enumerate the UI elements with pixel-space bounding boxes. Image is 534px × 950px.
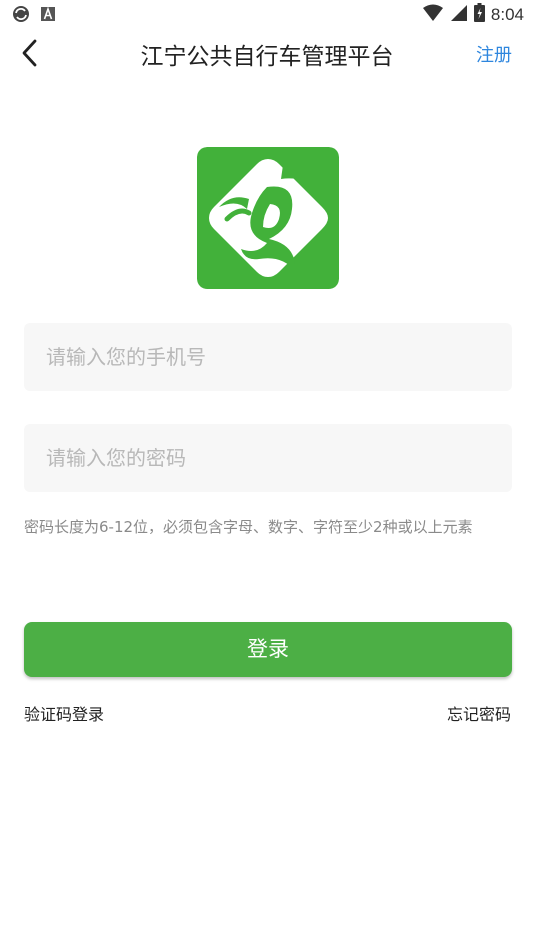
- a-icon: [40, 6, 56, 26]
- password-hint: 密码长度为6-12位，必须包含字母、数字、字符至少2种或以上元素: [24, 518, 473, 536]
- register-link[interactable]: 注册: [476, 41, 512, 67]
- password-field[interactable]: [24, 424, 512, 492]
- nav-bar: 江宁公共自行车管理平台 注册: [0, 28, 534, 78]
- phone-input[interactable]: [24, 323, 512, 391]
- status-time: 8:04: [490, 4, 524, 24]
- forgot-password-link[interactable]: 忘记密码: [447, 701, 511, 725]
- battery-icon: [473, 3, 485, 26]
- login-button[interactable]: 登录: [24, 622, 512, 677]
- sms-login-link[interactable]: 验证码登录: [24, 701, 104, 725]
- signal-icon: [450, 4, 468, 26]
- phone-field[interactable]: [24, 323, 512, 391]
- status-left-icons: [12, 5, 56, 27]
- page-title: 江宁公共自行车管理平台: [140, 44, 394, 70]
- sync-icon: [12, 5, 30, 27]
- status-bar: 8:04: [0, 0, 534, 28]
- wifi-icon: [422, 4, 444, 26]
- password-input[interactable]: [24, 424, 512, 492]
- status-right-icons: 8:04: [422, 3, 524, 26]
- bike-logo-icon: [197, 147, 339, 289]
- app-logo: [197, 147, 339, 289]
